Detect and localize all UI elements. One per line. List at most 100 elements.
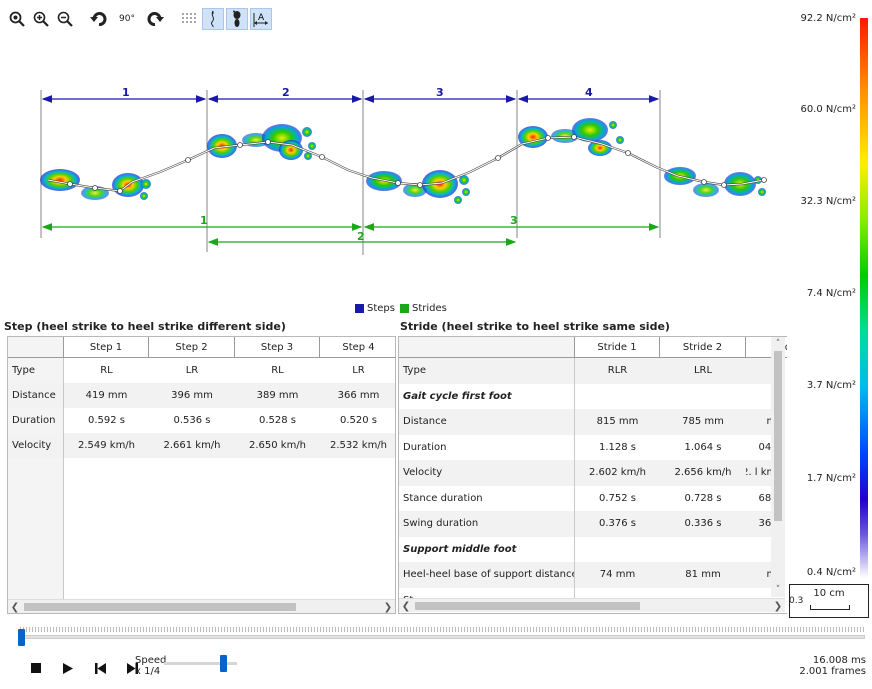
row-label: Distance: [399, 409, 575, 435]
table-cell: 0.336 s: [660, 511, 746, 537]
timeline-track[interactable]: [20, 635, 865, 639]
player-controls: [25, 657, 143, 679]
stride-label-2: 2: [357, 230, 365, 243]
scroll-up-icon[interactable]: ˄: [771, 337, 785, 351]
table-cell: [575, 537, 660, 563]
steps-swatch: [355, 304, 364, 313]
table-cell: 0.752 s: [598, 492, 637, 504]
stride-arrows: [41, 223, 660, 246]
timeline-ticks: [20, 627, 865, 632]
table-cell: 366 mm: [320, 383, 395, 408]
speed-value: x 1/4: [135, 666, 161, 677]
step-label-4: 4: [585, 86, 593, 99]
row-label-distance: Distance: [8, 383, 64, 408]
table-cell: 0.592 s: [87, 415, 126, 426]
step-table-title: Step (heel strike to heel strike differe…: [4, 320, 286, 333]
strides-swatch: [399, 304, 409, 313]
table-cell: [660, 588, 746, 599]
scale-label-max: 92.2 N/cm²: [800, 13, 856, 24]
speed-control: Speed x 1/4: [135, 655, 166, 677]
row-label: Velocity: [399, 460, 575, 486]
scroll-down-icon[interactable]: ˅: [771, 583, 785, 597]
table-cell: RL: [271, 365, 284, 376]
row-label: Type: [399, 358, 575, 384]
row-label: St...: [399, 587, 575, 598]
col-header-step-1[interactable]: Step 1: [64, 337, 149, 358]
stride-table-body: TypeRLRLRLLRGait cycle first footDistanc…: [399, 358, 785, 598]
table-cell: 1.064 s: [684, 441, 722, 453]
table-cell: 1.128 s: [598, 441, 637, 453]
step-label-2: 2: [282, 86, 290, 99]
col-header-stride-2[interactable]: Stride 2: [660, 337, 746, 358]
table-cell: 74 mm: [575, 562, 660, 588]
table-cell: 0.536 s: [173, 415, 211, 426]
row-label: Heel-heel base of support distance: [399, 562, 575, 588]
stride-table-vscrollbar[interactable]: ˄ ˅: [771, 337, 785, 597]
stride-label-3: 3: [510, 214, 518, 227]
table-cell: [660, 384, 746, 410]
scroll-thumb[interactable]: [415, 602, 640, 610]
step-guides: [40, 90, 661, 255]
row-label-type: Type: [8, 358, 64, 383]
legend-strides: Strides: [411, 303, 447, 314]
table-cell: 0.528 s: [258, 415, 297, 426]
stride-label-1: 1: [200, 214, 208, 227]
scale-label-min: 0.4 N/cm²: [806, 567, 856, 578]
timeline-thumb[interactable]: [18, 629, 25, 646]
playback-info: 16.008 ms 2.001 frames: [799, 655, 866, 677]
scroll-left-icon[interactable]: ❮: [399, 599, 413, 613]
row-label: Duration: [399, 434, 575, 460]
row-label: Stance duration: [399, 485, 575, 511]
stride-table-hscrollbar[interactable]: ❮ ❯: [399, 598, 785, 612]
table-cell: 2.532 km/h: [320, 433, 395, 458]
pressure-plot: 1 2 3 4 1 2 3: [40, 86, 767, 255]
scroll-thumb[interactable]: [774, 351, 782, 521]
table-cell: 815 mm: [575, 409, 660, 435]
row-header-filler: [8, 458, 64, 599]
play-icon[interactable]: [57, 657, 79, 679]
playback-frames: 2.001 frames: [799, 666, 866, 677]
step-table-hscrollbar[interactable]: ❮ ❯: [8, 599, 395, 613]
scroll-thumb[interactable]: [24, 603, 296, 611]
speed-slider-thumb[interactable]: [220, 655, 228, 672]
table-cell: 2.549 km/h: [64, 433, 149, 458]
col-header-step-3[interactable]: Step 3: [235, 337, 320, 358]
pressure-color-scale: [860, 18, 868, 578]
table-cell: 785 mm: [660, 409, 746, 435]
scroll-left-icon[interactable]: ❮: [8, 600, 22, 613]
table-cell: 0.376 s: [575, 511, 660, 537]
table-cell: LRL: [660, 358, 746, 384]
table-cell: RLR: [575, 358, 660, 384]
scale-label: 3.7 N/cm²: [806, 380, 856, 391]
gait-line: [47, 134, 767, 194]
playback-time: 16.008 ms: [812, 655, 866, 666]
col-header-step-2[interactable]: Step 2: [149, 337, 235, 358]
table-cell: 81 mm: [660, 562, 746, 588]
table-cell: LR: [352, 365, 365, 376]
table-cell: 2.661 km/h: [149, 433, 235, 458]
scroll-right-icon[interactable]: ❯: [381, 600, 395, 613]
step-label-3: 3: [436, 86, 444, 99]
table-cell: 2.602 km/h: [575, 460, 660, 486]
table-cell: [575, 588, 660, 599]
table-cell: RL: [100, 365, 113, 376]
ruler-bar: [810, 605, 850, 610]
plot-legend: Steps Strides: [355, 303, 447, 314]
table-cell: 396 mm: [149, 383, 235, 408]
table-cell: 2.650 km/h: [235, 433, 320, 458]
table-cell: 2.656 km/h: [660, 460, 746, 486]
corner-cell: [399, 337, 575, 358]
col-header-step-4[interactable]: Step 4: [320, 337, 395, 358]
skip-start-icon[interactable]: [89, 657, 111, 679]
table-cell: [575, 384, 660, 410]
section-header: Gait cycle first foot: [399, 383, 575, 409]
table-cell: 0.728 s: [684, 492, 722, 504]
table-cell: 389 mm: [235, 383, 320, 408]
table-cell: [660, 537, 746, 563]
stop-icon[interactable]: [25, 657, 47, 679]
scroll-right-icon[interactable]: ❯: [771, 599, 785, 613]
row-label: Swing duration: [399, 511, 575, 537]
stride-table-title: Stride (heel strike to heel strike same …: [400, 320, 670, 333]
table-cell: LR: [185, 365, 199, 376]
col-header-stride-1[interactable]: Stride 1: [575, 337, 660, 358]
